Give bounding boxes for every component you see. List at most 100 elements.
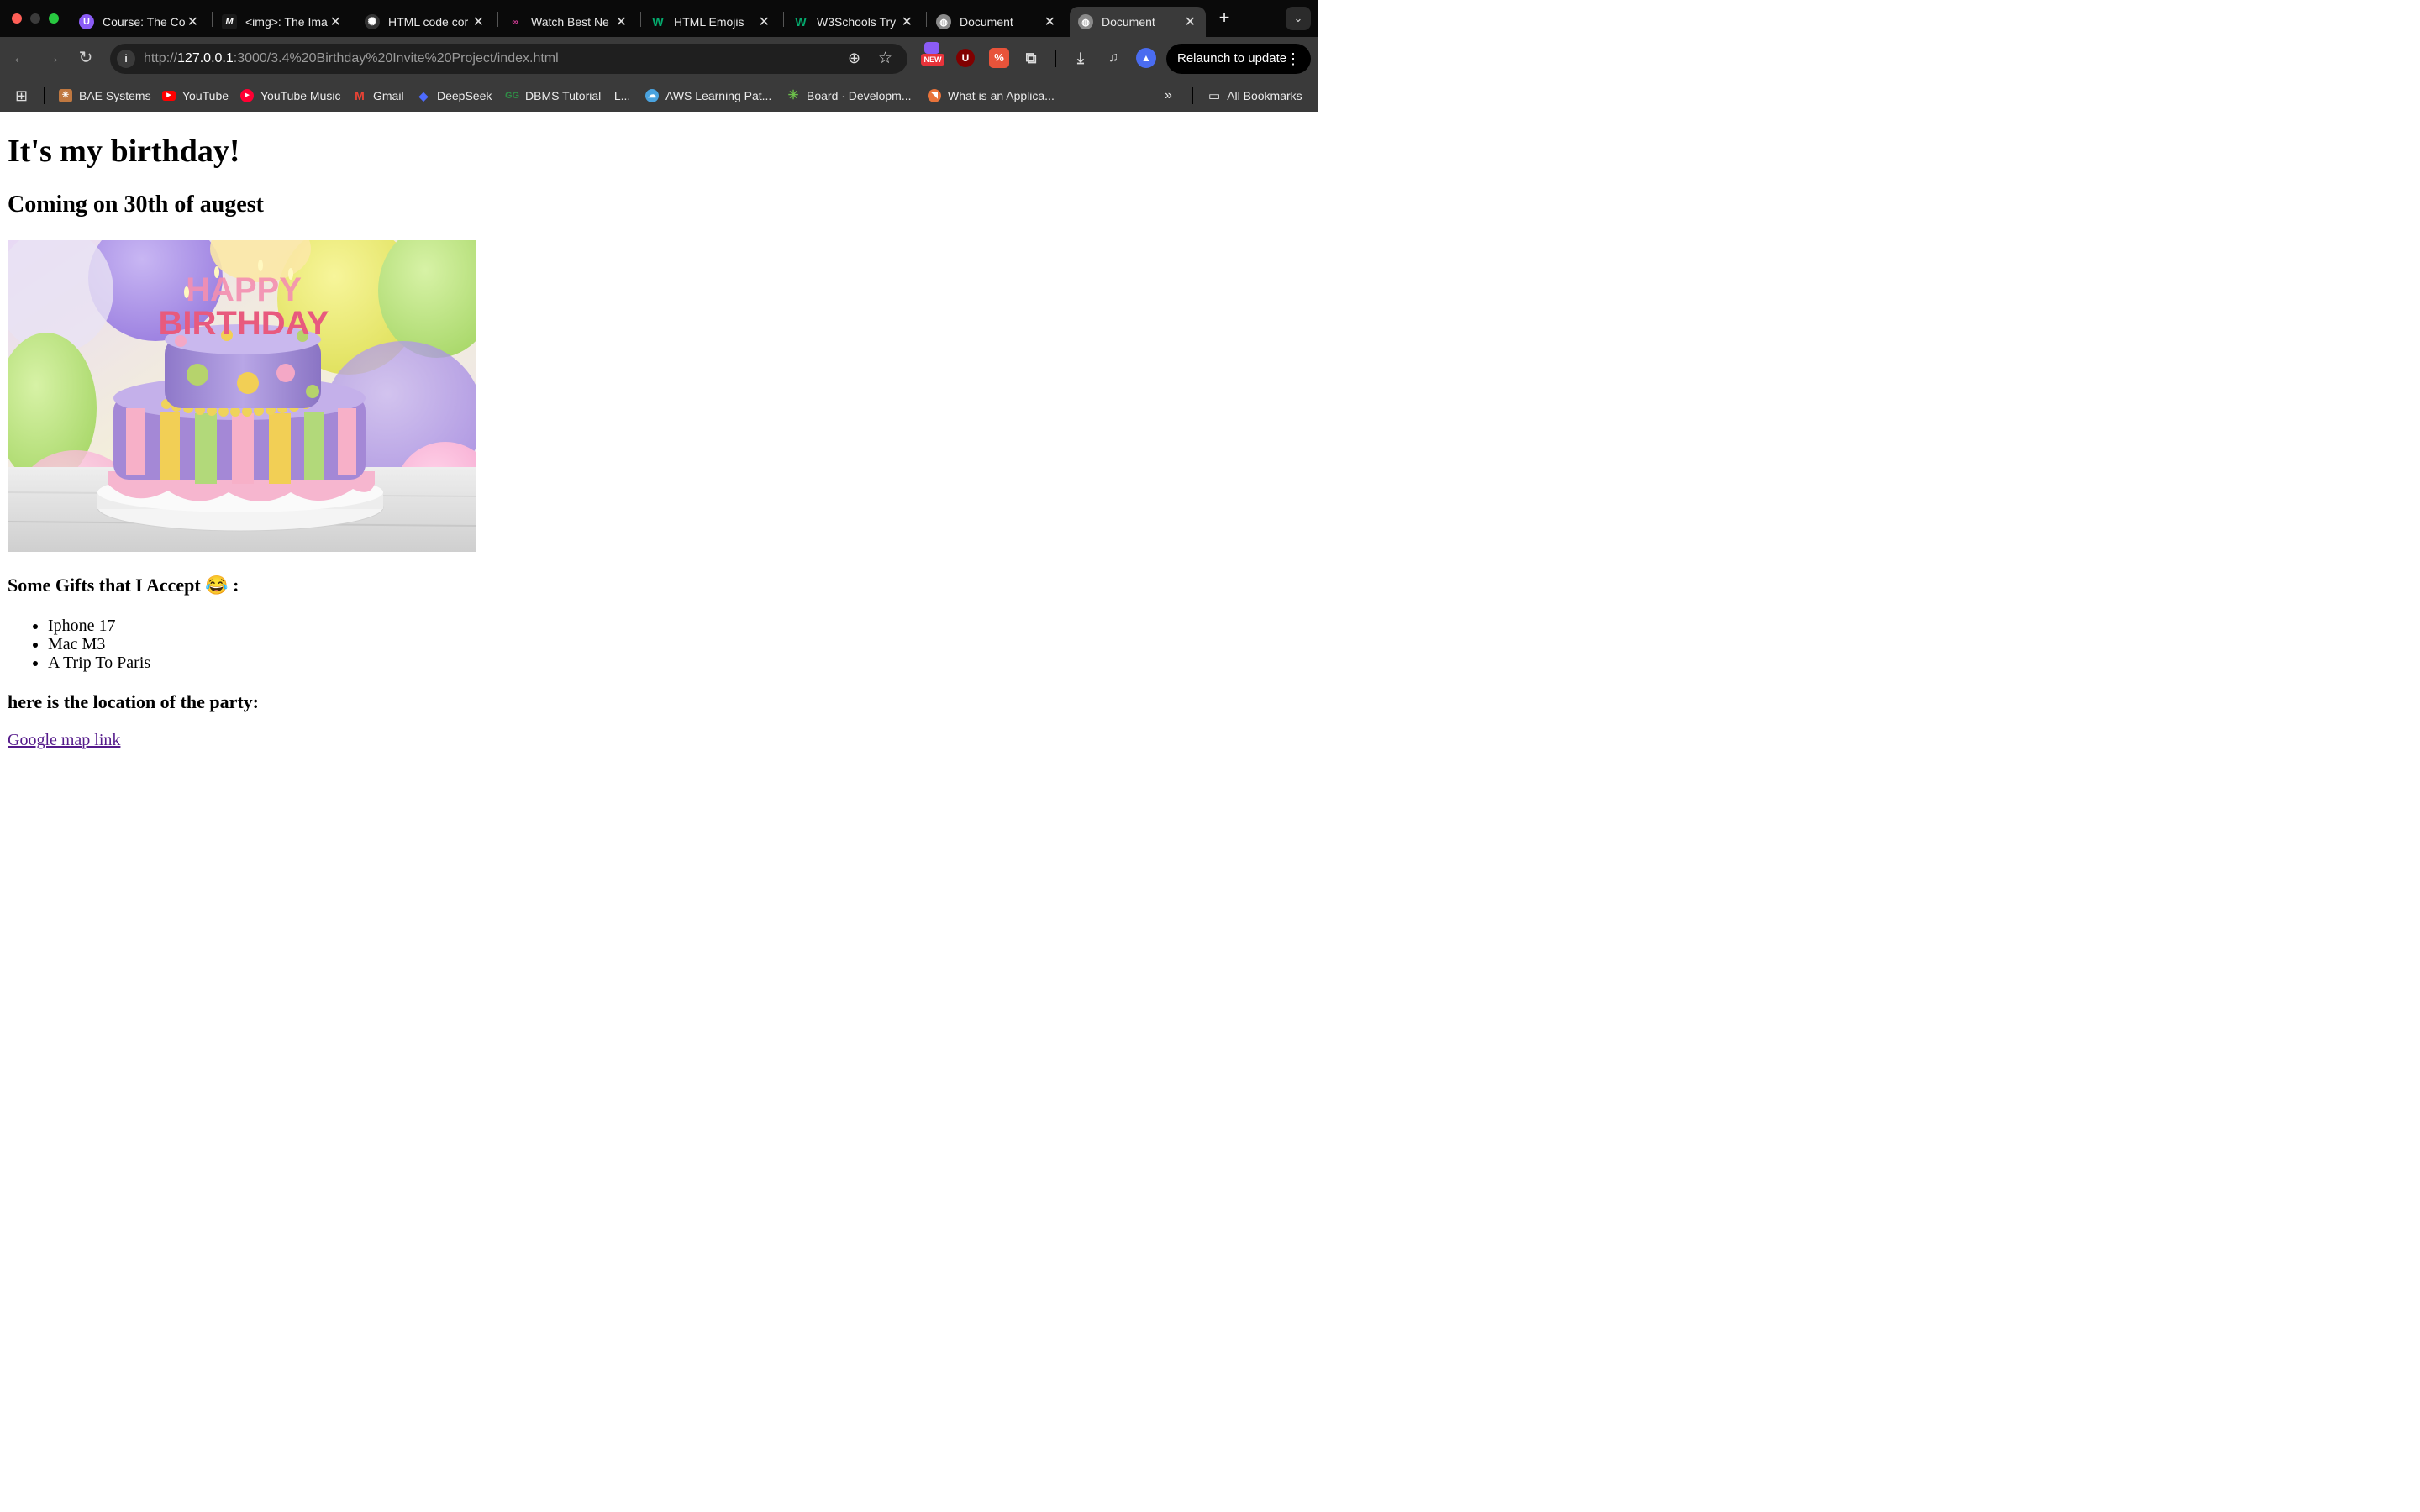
apps-grid-button[interactable]: ⊞ [15, 87, 28, 104]
tab-label: Document [960, 15, 1013, 29]
tab-label: Watch Best Ne [531, 15, 609, 29]
more-bookmarks-button[interactable]: » [1165, 87, 1172, 104]
url-scheme: http:// [144, 51, 178, 66]
bookmark-label: AWS Learning Pat... [666, 89, 772, 102]
list-item: Iphone 17 [48, 617, 150, 635]
apps-grid-icon: ⊞ [15, 87, 29, 104]
application-icon: ◥ [928, 89, 941, 102]
tab-document-1[interactable]: ◍ Document ✕ [928, 7, 1065, 37]
bookmark-gmail[interactable]: M Gmail [353, 87, 403, 104]
bookmark-youtube[interactable]: ▶ YouTube [162, 87, 229, 104]
close-icon[interactable]: ✕ [759, 13, 770, 30]
zoom-icon[interactable]: ⊕ [848, 50, 860, 67]
tab-strip: U Course: The Co ✕ M <img>: The Ima ✕ ✺ … [0, 0, 1318, 37]
zoom-window-button[interactable] [49, 13, 59, 24]
browser-chrome: U Course: The Co ✕ M <img>: The Ima ✕ ✺ … [0, 0, 1318, 112]
reload-button[interactable]: ↻ [76, 48, 96, 68]
tab-label: HTML code cor [388, 15, 469, 29]
globe-icon: ◍ [936, 14, 951, 29]
close-icon[interactable]: ✕ [1185, 13, 1196, 30]
bookmark-label: What is an Applica... [948, 89, 1055, 102]
birthday-candle-letters: BIRTHDAY [159, 305, 329, 342]
url-text[interactable]: http://127.0.0.1:3000/3.4%20Birthday%20I… [144, 51, 559, 66]
forward-button[interactable]: → [42, 48, 62, 68]
birthday-cake-image: HAPPY BIRTHDAY [8, 240, 476, 552]
site-info-icon[interactable]: i [117, 50, 135, 68]
tab-label: Course: The Co [103, 15, 186, 29]
relaunch-label: Relaunch to update [1177, 51, 1287, 66]
board-icon: ✳ [787, 88, 799, 102]
happy-candle-letters: HAPPY [186, 271, 302, 308]
close-icon[interactable]: ✕ [902, 13, 913, 30]
tab-watch[interactable]: ∞ Watch Best Ne ✕ [499, 7, 637, 37]
arrow-right-icon: → [44, 49, 60, 67]
bookmark-label: YouTube Music [260, 89, 341, 102]
streaming-icon: ∞ [512, 17, 518, 27]
tab-search-button[interactable]: ⌄ [1286, 7, 1311, 30]
close-icon[interactable]: ✕ [473, 13, 484, 30]
bookmark-label: YouTube [182, 89, 229, 102]
bookmark-label: BAE Systems [79, 89, 151, 102]
tab-label: W3Schools Try [817, 15, 897, 29]
more-menu-icon[interactable]: ⋮ [1286, 44, 1301, 74]
bookmark-star-icon[interactable]: ☆ [878, 49, 892, 68]
list-item: Mac M3 [48, 635, 150, 654]
udemy-icon: U [79, 14, 94, 29]
new-badge-label: NEW [923, 55, 942, 64]
tab-label: Document [1102, 15, 1155, 29]
chevron-double-right-icon: » [1165, 88, 1172, 102]
close-icon[interactable]: ✕ [1044, 13, 1055, 30]
tab-img-mdn[interactable]: M <img>: The Ima ✕ [213, 7, 351, 37]
bookmark-label: Board · Developm... [807, 89, 912, 102]
close-icon[interactable]: ✕ [616, 13, 627, 30]
bookmark-what-is-application[interactable]: ◥ What is an Applica... [928, 87, 1055, 104]
all-bookmarks-button[interactable]: ▭ All Bookmarks [1208, 87, 1302, 104]
close-window-button[interactable] [12, 13, 22, 24]
relaunch-button[interactable]: Relaunch to update ⋮ [1166, 44, 1311, 74]
new-tab-button[interactable]: + [1215, 8, 1234, 29]
bookmarks-bar: ⊞ ✳ BAE Systems ▶ YouTube ▶ YouTube Music M… [0, 81, 1318, 112]
tab-w3schools-try[interactable]: W W3Schools Try ✕ [785, 7, 923, 37]
close-icon[interactable]: ✕ [330, 13, 341, 30]
bookmark-bae-systems[interactable]: ✳ BAE Systems [59, 87, 151, 104]
page-title: It's my birthday! [8, 134, 240, 169]
youtube-icon: ▶ [162, 91, 176, 101]
tab-label: <img>: The Ima [245, 15, 328, 29]
profile-avatar[interactable]: ▲ [1136, 48, 1156, 68]
globe-icon: ◍ [1078, 14, 1093, 29]
bookmark-board-development[interactable]: ✳ Board · Developm... [786, 87, 912, 104]
gifts-heading: Some Gifts that I Accept 😂 : [8, 575, 239, 596]
bae-icon: ✳ [59, 89, 72, 102]
arrow-left-icon: ← [12, 49, 29, 67]
browser-toolbar: ← → ↻ i http://127.0.0.1:3000/3.4%20Birt… [0, 37, 1318, 81]
w3schools-icon: W [795, 15, 807, 29]
download-icon[interactable]: ⤓ [1071, 48, 1091, 68]
tab-chatgpt[interactable]: ✺ HTML code cor ✕ [356, 7, 494, 37]
chatgpt-icon: ✺ [365, 14, 380, 29]
minimize-window-button[interactable] [30, 13, 40, 24]
folder-icon: ▭ [1208, 89, 1221, 103]
tab-html-emojis[interactable]: W HTML Emojis ✕ [642, 7, 780, 37]
extensions-puzzle-icon[interactable]: ⧉ [1021, 48, 1041, 68]
tab-label: HTML Emojis [674, 15, 744, 29]
translate-extension-icon[interactable]: % [989, 48, 1009, 68]
all-bookmarks-label: All Bookmarks [1227, 89, 1302, 102]
gift-extension-icon [924, 42, 939, 54]
w3schools-icon: W [652, 15, 664, 29]
ublock-icon[interactable]: U [956, 49, 975, 67]
url-host: 127.0.0.1 [177, 51, 234, 66]
mdn-icon: M [222, 14, 237, 29]
extension-new-badge[interactable]: NEW [921, 54, 944, 66]
back-button[interactable]: ← [10, 48, 30, 68]
google-map-link[interactable]: Google map link [8, 731, 120, 750]
bookmark-youtube-music[interactable]: ▶ YouTube Music [240, 87, 340, 104]
bookmark-aws-learning[interactable]: ☁ AWS Learning Pat... [645, 87, 771, 104]
bookmark-dbms-tutorial[interactable]: GG DBMS Tutorial – L... [505, 87, 630, 104]
tab-document-active[interactable]: ◍ Document ✕ [1070, 7, 1206, 37]
media-controls-icon[interactable]: ♫ [1103, 48, 1123, 68]
tab-course[interactable]: U Course: The Co ✕ [71, 7, 208, 37]
chevron-down-icon: ⌄ [1293, 12, 1303, 24]
bookmark-deepseek[interactable]: ◆ DeepSeek [417, 87, 492, 104]
close-icon[interactable]: ✕ [187, 13, 198, 30]
address-bar[interactable]: i http://127.0.0.1:3000/3.4%20Birthday%2… [110, 44, 908, 74]
